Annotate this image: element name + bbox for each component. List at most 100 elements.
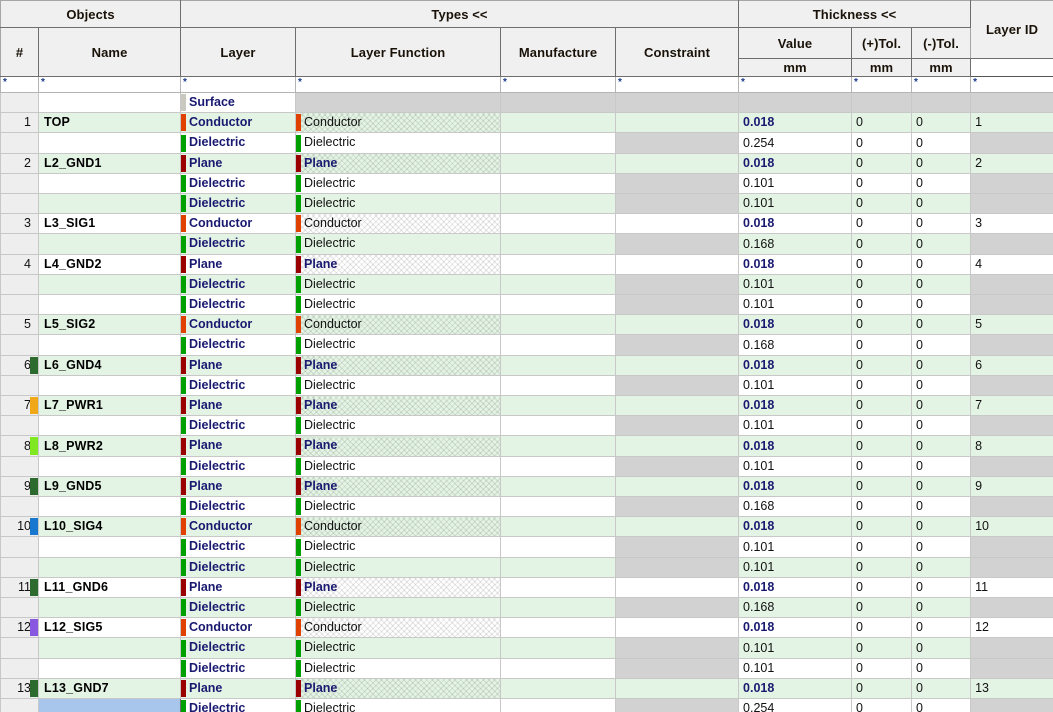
layer-function-cell[interactable]: Plane (295, 677, 502, 700)
group-header-objects[interactable]: Objects (0, 0, 182, 28)
thickness-value-cell[interactable]: 0.018 (738, 435, 853, 457)
layer-type-cell[interactable]: Dielectric (180, 415, 297, 437)
minus-tolerance-cell[interactable]: 0 (911, 395, 972, 417)
layer-function-cell[interactable]: Plane (295, 435, 502, 457)
layer-type-cell[interactable]: Plane (180, 354, 297, 376)
layer-id-cell[interactable] (970, 132, 1053, 154)
minus-tolerance-cell[interactable]: 0 (911, 677, 972, 700)
constraint-cell[interactable] (615, 334, 740, 356)
layer-function-cell[interactable]: Dielectric (295, 556, 502, 578)
constraint-cell[interactable] (615, 597, 740, 619)
plus-tolerance-cell[interactable]: 0 (851, 253, 913, 275)
plus-tolerance-cell[interactable]: 0 (851, 314, 913, 336)
plus-tolerance-cell[interactable]: 0 (851, 213, 913, 235)
plus-tolerance-cell[interactable]: 0 (851, 475, 913, 498)
constraint-cell[interactable] (615, 677, 740, 700)
layer-id-cell[interactable]: 2 (970, 152, 1053, 174)
layer-id-cell[interactable]: 7 (970, 395, 1053, 417)
filter-num[interactable]: * (0, 76, 39, 93)
layer-function-cell[interactable]: Conductor (295, 112, 502, 134)
layer-id-cell[interactable]: 1 (970, 112, 1053, 134)
filter-name[interactable]: * (37, 76, 182, 93)
layer-type-cell[interactable]: Plane (180, 677, 297, 700)
layer-name-cell[interactable]: L13_GND7 (37, 677, 182, 700)
manufacture-cell[interactable] (500, 334, 617, 356)
minus-tolerance-cell[interactable]: 0 (911, 455, 972, 477)
manufacture-cell[interactable] (500, 556, 617, 578)
row-number-cell[interactable] (0, 273, 39, 296)
filter-layer-function[interactable]: * (295, 76, 502, 93)
thickness-value-cell[interactable]: 0.101 (738, 415, 853, 437)
thickness-value-cell[interactable]: 0.168 (738, 496, 853, 518)
layer-id-cell[interactable] (970, 334, 1053, 356)
column-header-name[interactable]: Name (37, 27, 182, 77)
layer-id-cell[interactable] (970, 374, 1053, 397)
minus-tolerance-cell[interactable]: 0 (911, 132, 972, 154)
layer-name-cell[interactable] (37, 233, 182, 255)
layer-function-cell[interactable]: Plane (295, 152, 502, 174)
filter-value[interactable]: * (738, 76, 853, 93)
layer-name-cell[interactable]: L6_GND4 (37, 354, 182, 376)
layer-type-cell[interactable]: Dielectric (180, 637, 297, 659)
layer-function-cell[interactable]: Dielectric (295, 294, 502, 316)
plus-tolerance-cell[interactable]: 0 (851, 657, 913, 679)
plus-tolerance-cell[interactable]: 0 (851, 395, 913, 417)
manufacture-cell[interactable] (500, 597, 617, 619)
minus-tolerance-cell[interactable]: 0 (911, 496, 972, 518)
table-row[interactable]: Dielectric Dielectric 0.101 0 0 (0, 273, 1053, 296)
constraint-cell[interactable] (615, 516, 740, 538)
row-number-cell[interactable]: 8 (0, 435, 39, 457)
manufacture-cell[interactable] (500, 475, 617, 498)
layer-type-cell[interactable]: Dielectric (180, 657, 297, 679)
thickness-value-cell[interactable]: 0.254 (738, 132, 853, 154)
constraint-cell[interactable] (615, 193, 740, 215)
layer-type-cell[interactable]: Dielectric (180, 132, 297, 154)
table-row[interactable]: Dielectric Dielectric 0.168 0 0 (0, 334, 1053, 356)
layer-type-cell[interactable]: Dielectric (180, 193, 297, 215)
plus-tolerance-cell[interactable]: 0 (851, 698, 913, 712)
layer-name-cell[interactable] (37, 193, 182, 215)
layer-name-cell[interactable] (37, 91, 182, 114)
plus-tolerance-cell[interactable]: 0 (851, 677, 913, 700)
constraint-cell[interactable] (615, 314, 740, 336)
layer-type-cell[interactable]: Conductor (180, 314, 297, 336)
layer-function-cell[interactable]: Dielectric (295, 233, 502, 255)
layer-function-cell[interactable]: Plane (295, 253, 502, 275)
table-row[interactable]: 3 L3_SIG1 Conductor Conductor 0.018 0 0 3 (0, 213, 1053, 235)
row-number-cell[interactable]: 2 (0, 152, 39, 174)
layer-type-cell[interactable]: Plane (180, 576, 297, 599)
plus-tolerance-cell[interactable] (851, 91, 913, 114)
constraint-cell[interactable] (615, 496, 740, 518)
layer-type-cell[interactable]: Dielectric (180, 334, 297, 356)
minus-tolerance-cell[interactable]: 0 (911, 172, 972, 195)
thickness-value-cell[interactable]: 0.018 (738, 152, 853, 174)
plus-tolerance-cell[interactable]: 0 (851, 576, 913, 599)
thickness-value-cell[interactable]: 0.101 (738, 172, 853, 195)
row-number-cell[interactable] (0, 556, 39, 578)
layer-type-cell[interactable]: Conductor (180, 112, 297, 134)
column-header-manufacture[interactable]: Manufacture (500, 27, 617, 77)
group-header-thickness[interactable]: Thickness << (738, 0, 972, 28)
plus-tolerance-cell[interactable]: 0 (851, 233, 913, 255)
thickness-value-cell[interactable]: 0.101 (738, 273, 853, 296)
constraint-cell[interactable] (615, 91, 740, 114)
thickness-value-cell[interactable]: 0.101 (738, 294, 853, 316)
manufacture-cell[interactable] (500, 435, 617, 457)
row-number-cell[interactable] (0, 233, 39, 255)
layer-name-cell[interactable] (37, 657, 182, 679)
constraint-cell[interactable] (615, 435, 740, 457)
layer-name-cell[interactable] (37, 334, 182, 356)
layer-type-cell[interactable]: Conductor (180, 617, 297, 639)
layer-id-cell[interactable]: 8 (970, 435, 1053, 457)
minus-tolerance-cell[interactable]: 0 (911, 556, 972, 578)
constraint-cell[interactable] (615, 556, 740, 578)
manufacture-cell[interactable] (500, 374, 617, 397)
row-number-cell[interactable]: 6 (0, 354, 39, 376)
layer-name-cell[interactable] (37, 273, 182, 296)
table-row[interactable]: Dielectric Dielectric 0.101 0 0 (0, 455, 1053, 477)
thickness-value-cell[interactable]: 0.018 (738, 576, 853, 599)
layer-function-cell[interactable]: Dielectric (295, 657, 502, 679)
row-number-cell[interactable] (0, 698, 39, 712)
layer-type-cell[interactable]: Dielectric (180, 273, 297, 296)
plus-tolerance-cell[interactable]: 0 (851, 435, 913, 457)
